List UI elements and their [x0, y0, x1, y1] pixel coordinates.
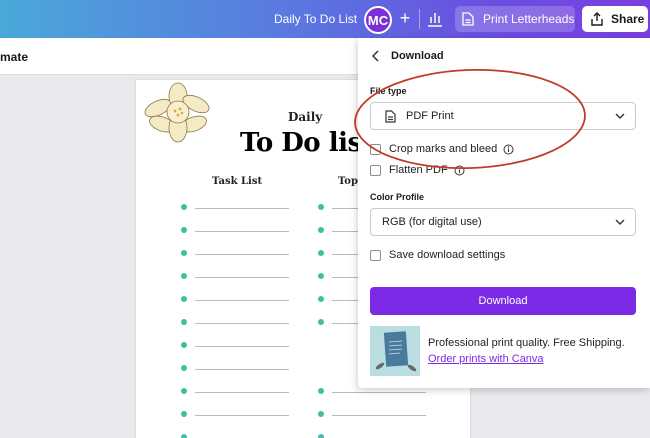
- toolbar-label[interactable]: mate: [0, 50, 28, 64]
- write-line: [195, 415, 289, 416]
- list-item: [318, 410, 428, 420]
- download-panel: Download File type PDF Print Crop marks …: [358, 38, 650, 388]
- flatten-pdf-label: Flatten PDF: [389, 164, 448, 176]
- write-line: [195, 231, 289, 232]
- plus-icon[interactable]: +: [396, 8, 414, 28]
- print-promo-image[interactable]: [370, 326, 420, 376]
- bullet: [318, 273, 324, 279]
- chevron-down-icon: [615, 113, 625, 119]
- checkbox[interactable]: [370, 143, 381, 155]
- info-icon[interactable]: [503, 144, 514, 155]
- order-prints-link[interactable]: Order prints with Canva: [428, 353, 544, 365]
- avatar[interactable]: MC: [364, 6, 392, 34]
- bullet: [181, 388, 187, 394]
- write-line: [195, 300, 289, 301]
- list-item: [181, 272, 291, 282]
- bullet: [318, 296, 324, 302]
- share-button[interactable]: Share: [582, 6, 648, 32]
- share-label: Share: [611, 12, 645, 26]
- list-item: [181, 295, 291, 305]
- bullet: [181, 273, 187, 279]
- list-item: [181, 387, 291, 397]
- color-profile-select[interactable]: RGB (for digital use): [370, 208, 636, 236]
- flower-illustration: [144, 82, 210, 143]
- list-item: [181, 433, 291, 438]
- bullet: [181, 227, 187, 233]
- crop-marks-checkbox[interactable]: Crop marks and bleed: [370, 143, 514, 155]
- write-line: [195, 277, 289, 278]
- bullet: [318, 411, 324, 417]
- column-header-top: Top: [338, 176, 358, 187]
- bullet: [318, 434, 324, 438]
- bullet: [181, 319, 187, 325]
- save-settings-label: Save download settings: [389, 249, 506, 261]
- write-line: [195, 254, 289, 255]
- list-item: [318, 387, 428, 397]
- document-icon: [462, 12, 474, 26]
- bullet: [318, 319, 324, 325]
- bullet: [181, 342, 187, 348]
- bullet: [181, 411, 187, 417]
- crop-marks-label: Crop marks and bleed: [389, 143, 498, 155]
- divider: [419, 9, 420, 29]
- write-line: [195, 392, 289, 393]
- bullet: [181, 250, 187, 256]
- list-item: [181, 410, 291, 420]
- print-letterheads-label: Print Letterheads: [483, 12, 575, 26]
- checkbox[interactable]: [370, 249, 381, 261]
- share-upload-icon: [591, 12, 603, 26]
- write-line: [195, 369, 289, 370]
- bullet: [318, 204, 324, 210]
- write-line: [195, 208, 289, 209]
- list-item: [181, 203, 291, 213]
- file-type-select[interactable]: PDF Print: [370, 102, 636, 130]
- print-letterheads-button[interactable]: Print Letterheads: [455, 6, 575, 32]
- flatten-pdf-checkbox[interactable]: Flatten PDF: [370, 164, 465, 176]
- list-item: [318, 433, 428, 438]
- download-button[interactable]: Download: [370, 287, 636, 315]
- heading-daily: Daily: [288, 110, 323, 124]
- chevron-left-icon[interactable]: [370, 49, 382, 63]
- write-line: [195, 323, 289, 324]
- file-type-value: PDF Print: [406, 110, 454, 122]
- heading-todo-list: To Do list: [240, 128, 374, 158]
- bullet: [181, 296, 187, 302]
- promo-text: Professional print quality. Free Shippin…: [428, 337, 625, 349]
- color-profile-label: Color Profile: [370, 192, 425, 202]
- bar-chart-icon[interactable]: [424, 8, 446, 30]
- save-settings-checkbox[interactable]: Save download settings: [370, 249, 505, 261]
- bullet: [181, 365, 187, 371]
- write-line: [332, 415, 426, 416]
- write-line: [332, 392, 426, 393]
- document-title[interactable]: Daily To Do List: [274, 12, 357, 26]
- list-item: [181, 249, 291, 259]
- list-item: [181, 318, 291, 328]
- bullet: [181, 204, 187, 210]
- info-icon[interactable]: [454, 165, 465, 176]
- bullet: [181, 434, 187, 438]
- list-item: [181, 226, 291, 236]
- chevron-down-icon: [615, 219, 625, 225]
- checkbox[interactable]: [370, 164, 381, 176]
- list-item: [181, 364, 291, 374]
- color-profile-value: RGB (for digital use): [382, 216, 482, 228]
- bullet: [318, 388, 324, 394]
- top-bar: Daily To Do List MC + Print Letterheads …: [0, 0, 650, 38]
- column-header-task-list: Task List: [212, 176, 263, 187]
- bullet: [318, 227, 324, 233]
- document-icon: [385, 109, 396, 123]
- file-type-label: File type: [370, 86, 407, 96]
- bullet: [318, 250, 324, 256]
- list-item: [181, 341, 291, 351]
- panel-title: Download: [391, 50, 444, 62]
- write-line: [195, 346, 289, 347]
